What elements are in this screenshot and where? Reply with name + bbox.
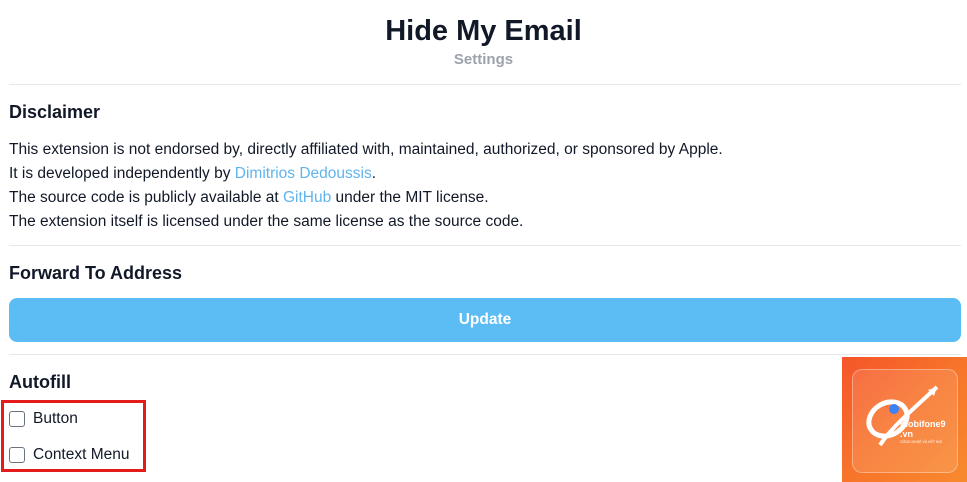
github-link[interactable]: GitHub <box>283 189 331 206</box>
divider <box>9 84 961 85</box>
promo-brand-name: mobifone9 <box>900 419 946 429</box>
disclaimer-text-fragment: It is developed independently by <box>9 165 235 182</box>
divider <box>9 245 961 246</box>
highlight-box <box>1 400 146 472</box>
disclaimer-line: The extension itself is licensed under t… <box>9 213 524 230</box>
disclaimer-text: This extension is not endorsed by, direc… <box>9 138 723 234</box>
disclaimer-text-fragment: The source code is publicly available at <box>9 189 283 206</box>
divider <box>9 354 961 355</box>
update-button[interactable]: Update <box>9 298 961 342</box>
promo-tagline: CÔNG NGHỆ VÀ KẾT NỐI <box>900 440 943 444</box>
promo-brand: mobifone9 .vn <box>900 419 946 439</box>
promo-brand-domain: .vn <box>900 429 914 439</box>
forward-to-address-heading: Forward To Address <box>9 263 183 283</box>
author-link[interactable]: Dimitrios Dedoussis <box>235 165 372 182</box>
autofill-heading: Autofill <box>9 372 71 392</box>
page-title: Hide My Email <box>385 15 582 47</box>
page-header: Hide My Email Settings <box>0 14 967 70</box>
promo-logo: mobifone9 .vn CÔNG NGHỆ VÀ KẾT NỐI <box>842 357 967 482</box>
disclaimer-heading: Disclaimer <box>9 102 101 122</box>
page-subtitle: Settings <box>453 51 514 68</box>
disclaimer-line: It is developed independently by Dimitri… <box>9 162 723 186</box>
disclaimer-text-fragment: under the MIT license. <box>331 189 489 206</box>
disclaimer-line: The source code is publicly available at… <box>9 186 723 210</box>
disclaimer-line: This extension is not endorsed by, direc… <box>9 141 723 158</box>
disclaimer-text-fragment: . <box>371 165 377 182</box>
